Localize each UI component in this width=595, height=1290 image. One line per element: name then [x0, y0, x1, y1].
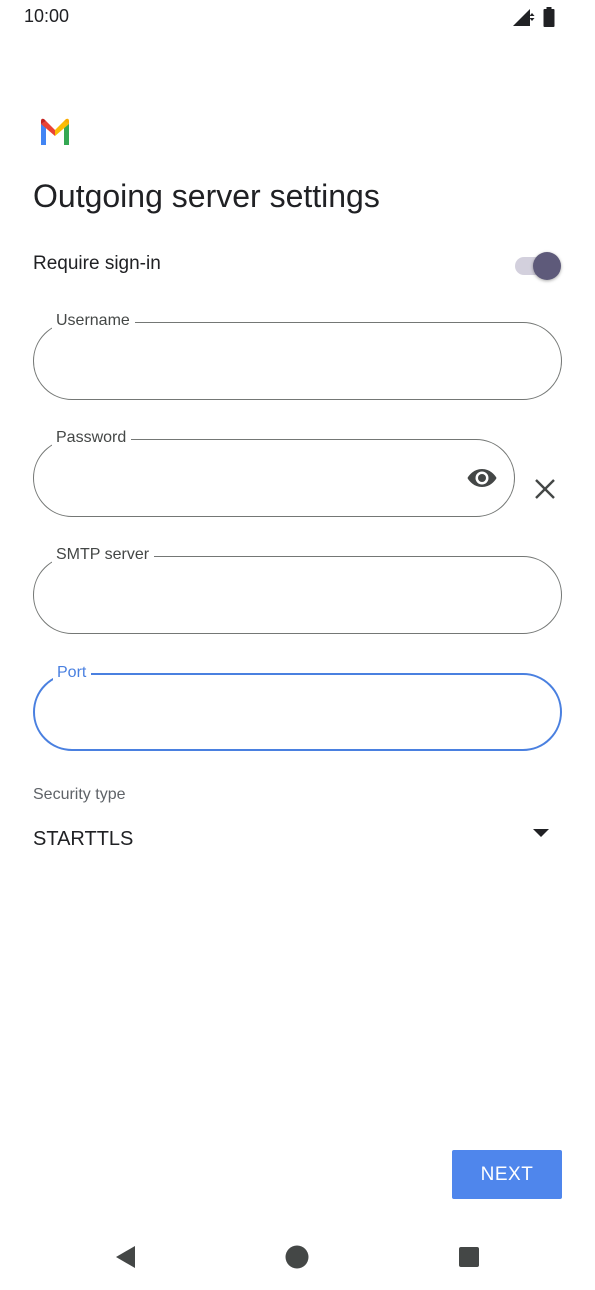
status-icons	[511, 7, 555, 27]
port-input[interactable]	[57, 697, 500, 731]
smtp-server-input[interactable]	[56, 579, 501, 613]
back-icon[interactable]	[113, 1244, 139, 1270]
toggle-thumb	[533, 252, 561, 280]
page-title: Outgoing server settings	[33, 178, 380, 214]
next-button[interactable]: NEXT	[452, 1150, 562, 1199]
password-label: Password	[52, 428, 132, 448]
system-nav-bar	[0, 1226, 595, 1290]
password-field[interactable]: Password	[33, 428, 515, 517]
port-label: Port	[53, 663, 92, 683]
security-type-label: Security type	[33, 786, 126, 803]
smtp-server-label: SMTP server	[52, 545, 155, 565]
username-input[interactable]	[56, 345, 501, 379]
status-bar: 10:00	[0, 0, 595, 34]
password-input[interactable]	[56, 462, 454, 496]
recents-icon[interactable]	[456, 1244, 482, 1270]
port-field[interactable]: Port	[33, 663, 562, 751]
gmail-logo-icon	[38, 118, 72, 146]
security-type-value: STARTTLS	[33, 828, 134, 850]
home-icon[interactable]	[284, 1244, 310, 1270]
dropdown-arrow-icon	[533, 829, 549, 837]
require-signin-toggle[interactable]	[513, 250, 561, 282]
close-icon[interactable]	[534, 478, 556, 500]
security-type-dropdown[interactable]: STARTTLS	[33, 820, 563, 860]
username-field[interactable]: Username	[33, 311, 562, 400]
cellular-signal-icon	[513, 9, 535, 26]
require-signin-row: Require sign-in	[33, 248, 563, 282]
require-signin-label: Require sign-in	[33, 253, 161, 274]
show-password-eye-icon[interactable]	[466, 466, 498, 490]
smtp-server-field[interactable]: SMTP server	[33, 545, 562, 634]
battery-icon	[543, 7, 555, 27]
status-time: 10:00	[24, 6, 70, 26]
username-label: Username	[52, 311, 135, 331]
